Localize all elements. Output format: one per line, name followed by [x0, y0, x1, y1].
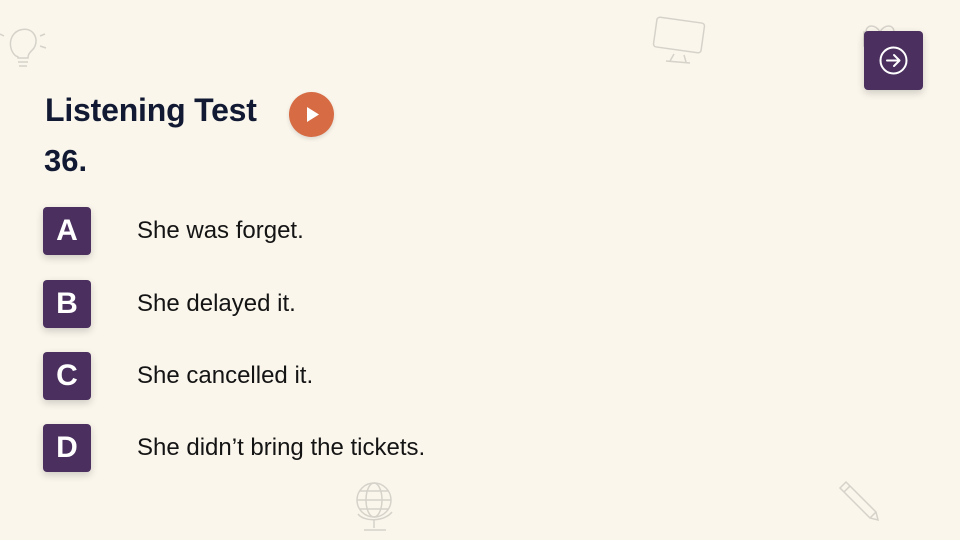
monitor-icon — [650, 14, 708, 64]
option-text: She delayed it. — [137, 290, 296, 317]
lightbulb-icon — [0, 22, 48, 74]
option-d[interactable]: D She didn’t bring the tickets. — [43, 424, 643, 472]
option-b[interactable]: B She delayed it. — [43, 280, 643, 328]
play-icon — [307, 107, 319, 122]
option-letter-badge[interactable]: A — [43, 207, 91, 255]
option-a[interactable]: A She was forget. — [43, 207, 643, 255]
option-text: She cancelled it. — [137, 362, 314, 389]
arrow-right-circle-icon — [879, 46, 908, 75]
next-button[interactable] — [864, 31, 923, 90]
option-text: She didn’t bring the tickets. — [137, 434, 426, 461]
page-title: Listening Test — [45, 92, 257, 128]
globe-icon — [352, 478, 398, 536]
option-letter-badge[interactable]: D — [43, 424, 91, 472]
option-c[interactable]: C She cancelled it. — [43, 352, 643, 400]
option-letter-badge[interactable]: C — [43, 352, 91, 400]
pencil-icon — [836, 480, 882, 524]
play-audio-button[interactable] — [289, 92, 334, 137]
question-number: 36. — [44, 143, 88, 178]
option-text: She was forget. — [137, 217, 304, 244]
option-letter-badge[interactable]: B — [43, 280, 91, 328]
